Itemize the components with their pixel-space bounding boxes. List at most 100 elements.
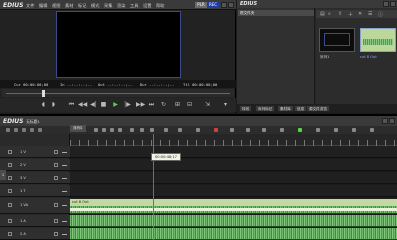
menu-view[interactable]: 视图 — [52, 3, 60, 9]
export-icon[interactable] — [262, 128, 266, 132]
marker-icon[interactable] — [150, 128, 154, 132]
tab-sequence[interactable]: 序列1 — [70, 125, 86, 132]
track-mixer-icon[interactable] — [62, 221, 67, 224]
fast-forward-icon[interactable]: ▶▶ — [136, 101, 145, 108]
track-lock-icon[interactable] — [54, 203, 58, 207]
play-icon[interactable]: ▶ — [112, 101, 119, 108]
timeline-clip[interactable]: cut 8 Out — [70, 199, 397, 206]
insert-icon[interactable]: ⊞ — [174, 101, 181, 108]
track-mixer-icon[interactable] — [62, 165, 67, 168]
help-icon[interactable] — [370, 128, 374, 132]
menu-clip[interactable]: 素材 — [65, 3, 73, 9]
bin-close-button[interactable] — [390, 1, 396, 7]
copy-icon[interactable] — [102, 128, 106, 132]
tab-sequence-markers[interactable]: 序列标记 — [255, 105, 276, 112]
track-mixer-icon[interactable] — [62, 178, 67, 181]
add-clip-icon[interactable]: ＋ — [348, 11, 353, 18]
folder-icon[interactable]: ▤ — [320, 11, 325, 17]
audio-waveform-2a[interactable] — [70, 228, 397, 240]
lane-3v[interactable] — [70, 172, 397, 184]
track-lock-icon[interactable] — [54, 219, 58, 223]
clip-thumbnail-audio[interactable] — [360, 28, 396, 52]
next-edit-icon[interactable]: ⏭ — [148, 101, 155, 108]
snap-icon[interactable] — [164, 128, 168, 132]
undo-icon[interactable] — [30, 128, 34, 132]
track-mixer-icon[interactable] — [62, 234, 67, 237]
delete-icon[interactable]: ✕ — [358, 11, 362, 17]
tab-effects[interactable]: 特效 — [239, 105, 253, 112]
view-icon[interactable]: ☰ — [368, 11, 372, 17]
voice-over-icon[interactable] — [298, 128, 302, 132]
mixer-icon[interactable] — [230, 128, 234, 132]
track-lock-icon[interactable] — [54, 150, 58, 154]
step-back-icon[interactable]: ◀| — [90, 101, 97, 108]
loop-icon[interactable]: ↻ — [160, 101, 167, 108]
tab-bin[interactable]: 素材库 — [277, 105, 294, 112]
track-lock-icon[interactable] — [54, 176, 58, 180]
stop-icon[interactable]: ■ — [100, 101, 107, 108]
set-out-icon[interactable]: ◗ — [50, 101, 57, 108]
track-visibility-icon[interactable] — [8, 163, 12, 167]
track-mixer-icon[interactable] — [62, 152, 67, 155]
output-icon[interactable]: ⇲ — [204, 101, 211, 108]
track-visibility-icon[interactable] — [8, 232, 12, 236]
group-icon[interactable] — [196, 128, 200, 132]
menu-capture[interactable]: 采集 — [104, 3, 112, 9]
menu-file[interactable]: 文件 — [26, 3, 34, 9]
zoom-icon[interactable] — [334, 128, 338, 132]
track-visibility-icon[interactable] — [8, 189, 12, 193]
track-visibility-icon[interactable] — [8, 203, 12, 207]
plr-rec-toggle[interactable]: PLR REC — [195, 2, 219, 8]
ripple-icon[interactable] — [130, 128, 134, 132]
track-visibility-icon[interactable] — [8, 219, 12, 223]
audio-icon[interactable] — [316, 128, 320, 132]
lane-2v[interactable] — [70, 159, 397, 171]
menu-help[interactable]: 帮助 — [156, 3, 164, 9]
menu-marker[interactable]: 标记 — [78, 3, 86, 9]
menu-render[interactable]: 渲染 — [117, 3, 125, 9]
track-header-1a[interactable]: 1 A — [0, 215, 70, 227]
menu-settings[interactable]: 设置 — [143, 3, 151, 9]
track-selector[interactable]: 1 — [0, 170, 6, 180]
delete-clip-icon[interactable] — [118, 128, 122, 132]
record-icon[interactable] — [214, 128, 218, 132]
cut-icon[interactable] — [94, 128, 98, 132]
bin-minimize-button[interactable] — [383, 1, 389, 7]
audio-waveform-1a[interactable] — [70, 215, 397, 227]
close-button[interactable] — [228, 2, 234, 8]
track-header-3v[interactable]: 3 V — [0, 172, 70, 184]
open-project-icon[interactable] — [14, 128, 18, 132]
track-header-2a[interactable]: 2 A — [0, 228, 70, 240]
timeline-minimize-button[interactable] — [382, 118, 388, 124]
track-mixer-icon[interactable] — [62, 205, 67, 208]
settings-icon[interactable] — [352, 128, 356, 132]
folder-tree[interactable] — [237, 8, 315, 104]
track-header-1va[interactable]: 1 VA — [0, 198, 70, 214]
track-header-1v[interactable]: 1 V — [0, 146, 70, 158]
redo-icon[interactable] — [38, 128, 42, 132]
playhead[interactable] — [153, 134, 154, 240]
paste-icon[interactable] — [110, 128, 114, 132]
plr-button[interactable]: PLR — [195, 2, 207, 8]
scrub-handle[interactable] — [42, 90, 45, 97]
search-icon[interactable]: ⌕ — [328, 11, 331, 17]
title-icon[interactable] — [280, 128, 284, 132]
step-forward-icon[interactable]: |▶ — [124, 101, 131, 108]
track-visibility-icon[interactable] — [8, 150, 12, 154]
lane-1v[interactable] — [70, 146, 397, 158]
up-icon[interactable]: ⇧ — [338, 11, 342, 17]
minimize-button[interactable] — [221, 2, 227, 8]
set-in-icon[interactable]: ◖ — [40, 101, 47, 108]
menu-mode[interactable]: 模式 — [91, 3, 99, 9]
track-lock-icon[interactable] — [54, 232, 58, 236]
tab-source-browser[interactable]: 源文件浏览 — [306, 105, 330, 112]
clip-thumbnail-sequence[interactable] — [319, 28, 355, 52]
menu-edit[interactable]: 编辑 — [39, 3, 47, 9]
properties-icon[interactable]: ⓘ — [378, 11, 383, 18]
split-icon[interactable] — [140, 128, 144, 132]
folder-root[interactable]: 根文件夹 — [238, 10, 314, 16]
timeline-close-button[interactable] — [389, 118, 395, 124]
rec-button[interactable]: REC — [207, 2, 219, 8]
track-mixer-icon[interactable] — [62, 191, 67, 194]
track-lock-icon[interactable] — [54, 163, 58, 167]
